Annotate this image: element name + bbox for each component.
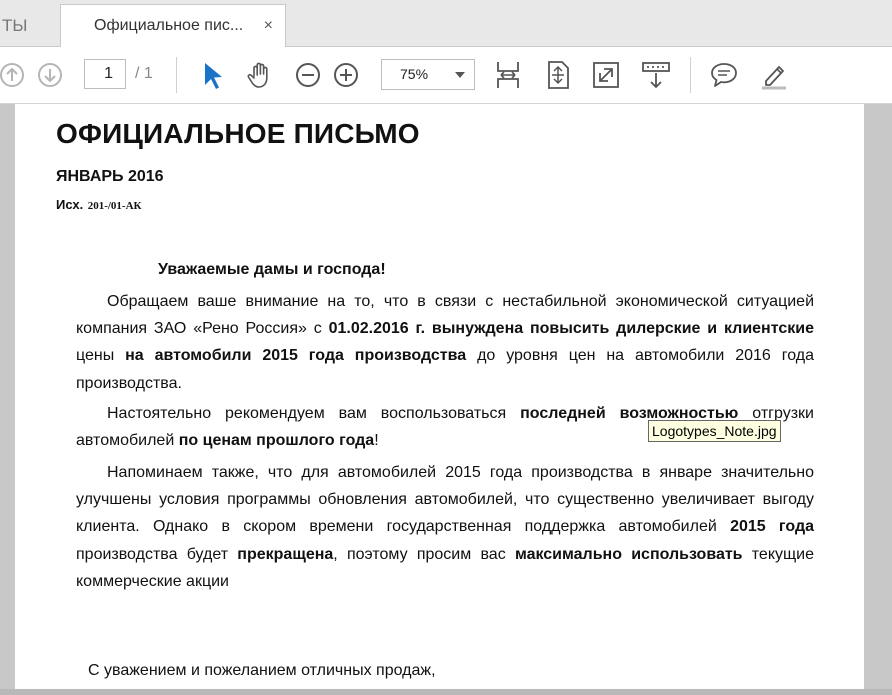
reference-code: 201-/01-АК xyxy=(87,200,142,212)
comment-icon[interactable] xyxy=(708,59,740,91)
closing-line: С уважением и пожеланием отличных продаж… xyxy=(88,662,436,679)
arrow-down-icon[interactable] xyxy=(34,59,66,91)
toolbar-divider xyxy=(690,57,691,93)
select-arrow-icon[interactable] xyxy=(196,59,228,91)
hand-icon[interactable] xyxy=(244,59,276,91)
fit-page-icon[interactable] xyxy=(542,59,574,91)
document-viewport[interactable]: ОФИЦИАЛЬНОЕ ПИСЬМО ЯНВАРЬ 2016 Исх. 201-… xyxy=(0,104,892,695)
document-month: ЯНВАРЬ 2016 xyxy=(56,168,164,185)
toolbar: 1 / 1 75% xyxy=(0,47,892,104)
page-total: / 1 xyxy=(135,65,153,82)
scroll-mode-icon[interactable] xyxy=(640,59,672,91)
greeting: Уважаемые дамы и господа! xyxy=(158,261,386,278)
fit-width-icon[interactable] xyxy=(492,59,524,91)
paragraph-1: Обращаем ваше внимание на то, что в связ… xyxy=(76,293,814,392)
paragraph-3: Напоминаем также, что для автомобилей 20… xyxy=(76,464,814,590)
image-tooltip: Logotypes_Note.jpg xyxy=(648,420,781,442)
zoom-out-icon[interactable] xyxy=(292,59,324,91)
zoom-select[interactable]: 75% xyxy=(381,59,475,90)
horizontal-scrollbar[interactable] xyxy=(0,689,892,695)
tab-document[interactable]: Официальное пис... × xyxy=(60,4,286,47)
page-number-input[interactable]: 1 xyxy=(84,59,126,89)
tab-title: Официальное пис... xyxy=(94,17,244,34)
fullscreen-icon[interactable] xyxy=(590,59,622,91)
document-page: ОФИЦИАЛЬНОЕ ПИСЬМО ЯНВАРЬ 2016 Исх. 201-… xyxy=(15,104,864,695)
close-icon[interactable]: × xyxy=(264,5,273,47)
arrow-up-icon[interactable] xyxy=(0,59,28,91)
document-title: ОФИЦИАЛЬНОЕ ПИСЬМО xyxy=(56,118,420,149)
zoom-value: 75% xyxy=(400,66,429,82)
tab-previous[interactable]: ТЫ xyxy=(0,4,58,47)
reference-label: Исх. xyxy=(56,197,84,212)
chevron-down-icon xyxy=(455,72,465,78)
toolbar-divider xyxy=(176,57,177,93)
reference-number: Исх. 201-/01-АК xyxy=(56,196,142,214)
highlight-pen-icon[interactable] xyxy=(758,59,790,91)
tab-bar: ТЫ Официальное пис... × xyxy=(0,0,892,47)
zoom-in-icon[interactable] xyxy=(330,59,362,91)
